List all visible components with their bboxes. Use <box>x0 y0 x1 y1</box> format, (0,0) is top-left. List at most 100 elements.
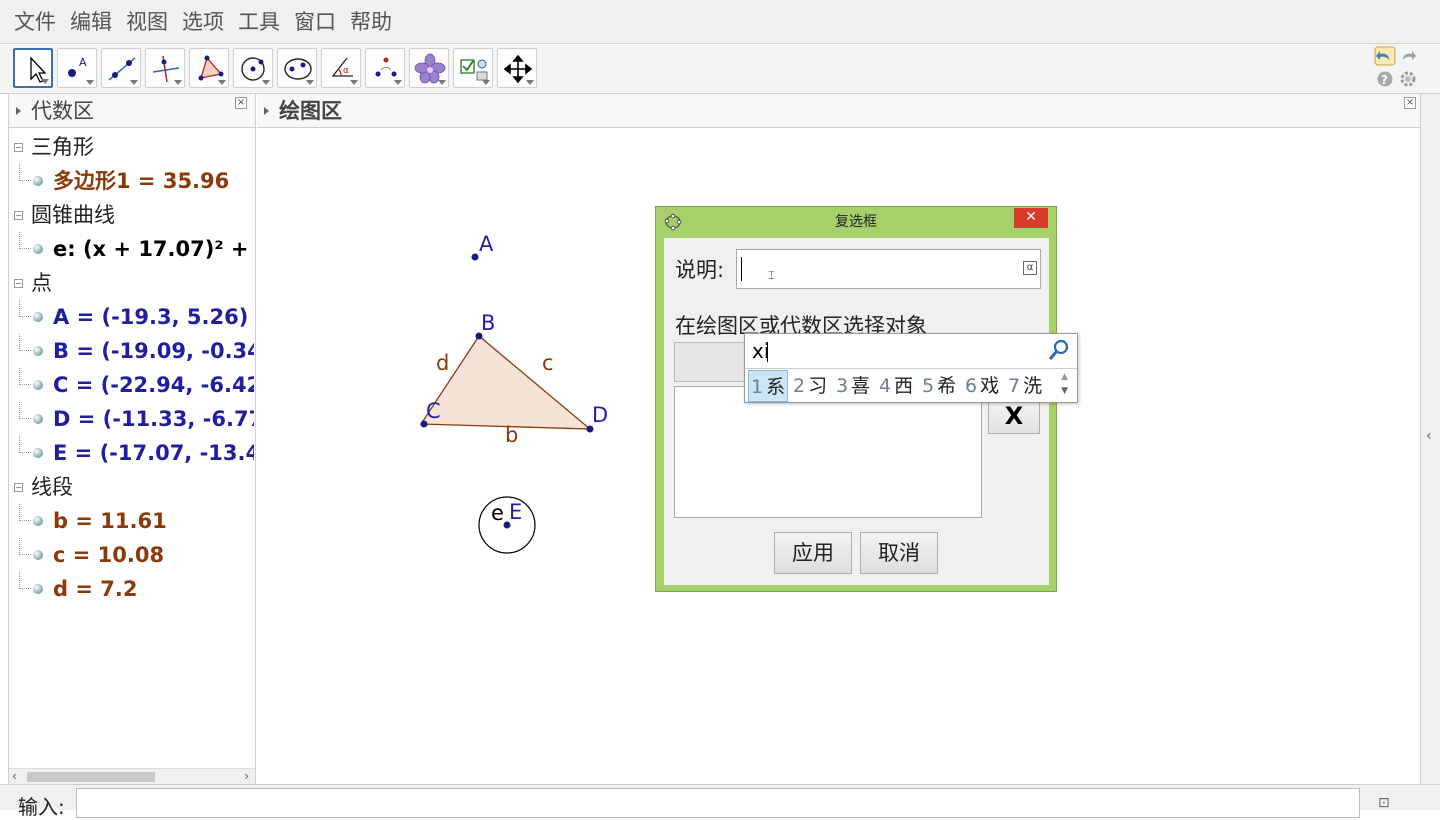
alpha-symbol-button[interactable]: α <box>1023 261 1037 275</box>
scroll-right-icon[interactable]: › <box>244 769 249 783</box>
dialog-title: 复选框 <box>835 214 877 230</box>
special-shape-tool[interactable] <box>409 48 449 88</box>
collapse-icon[interactable]: − <box>14 143 23 152</box>
apply-button[interactable]: 应用 <box>774 532 852 574</box>
visibility-toggle-icon[interactable] <box>33 516 43 526</box>
algebra-item-d[interactable]: d = 7.2 <box>9 572 254 606</box>
ime-page-up-icon[interactable]: ▲ <box>1061 372 1068 382</box>
point-tool[interactable]: A <box>57 48 97 88</box>
algebra-item-text: B = (-19.09, -0.34) <box>53 339 254 363</box>
gear-icon[interactable] <box>1399 70 1417 88</box>
algebra-item-polygon1[interactable]: 多边形1 = 35.96 <box>9 164 254 198</box>
algebra-item-text: 多边形1 = 35.96 <box>53 169 230 193</box>
algebra-item-B[interactable]: B = (-19.09, -0.34) <box>9 334 254 368</box>
ime-candidate-6[interactable]: 6戏 <box>963 370 1001 402</box>
menu-file[interactable]: 文件 <box>14 0 56 44</box>
visibility-toggle-icon[interactable] <box>33 346 43 356</box>
algebra-item-b[interactable]: b = 11.61 <box>9 504 254 538</box>
visibility-toggle-icon[interactable] <box>33 448 43 458</box>
checkbox-tool[interactable] <box>453 48 493 88</box>
ime-candidate-3[interactable]: 3喜 <box>834 370 872 402</box>
menu-window[interactable]: 窗口 <box>294 0 336 44</box>
menu-help[interactable]: 帮助 <box>350 0 392 44</box>
expand-panel-icon[interactable]: ‹ <box>1426 428 1432 444</box>
menu-edit[interactable]: 编辑 <box>70 0 112 44</box>
menu-tools[interactable]: 工具 <box>238 0 280 44</box>
algebra-item-text: A = (-19.3, 5.26) <box>53 305 249 329</box>
algebra-item-text: E = (-17.07, -13.48 <box>53 441 254 465</box>
scroll-left-icon[interactable]: ‹ <box>12 769 17 783</box>
algebra-item-D[interactable]: D = (-11.33, -6.77) <box>9 402 254 436</box>
category-point[interactable]: − 点 <box>9 266 254 300</box>
line-tool[interactable] <box>101 48 141 88</box>
input-field[interactable] <box>76 788 1360 818</box>
menu-options[interactable]: 选项 <box>182 0 224 44</box>
visibility-toggle-icon[interactable] <box>33 244 43 254</box>
algebra-item-c[interactable]: c = 10.08 <box>9 538 254 572</box>
move-tool[interactable] <box>13 48 53 88</box>
triangle-polygon[interactable] <box>419 335 592 430</box>
help-icon[interactable]: ? <box>1376 70 1394 88</box>
algebra-item-A[interactable]: A = (-19.3, 5.26) <box>9 300 254 334</box>
text-cursor <box>741 257 742 281</box>
dialog-close-button[interactable]: ✕ <box>1014 208 1048 228</box>
ime-candidate-5[interactable]: 5希 <box>920 370 958 402</box>
perpendicular-line-tool[interactable] <box>145 48 185 88</box>
horizontal-scrollbar[interactable]: ‹ › <box>9 768 255 784</box>
algebra-item-C[interactable]: C = (-22.94, -6.42) <box>9 368 254 402</box>
svg-text:A: A <box>79 56 87 69</box>
menu-view[interactable]: 视图 <box>126 0 168 44</box>
category-conic[interactable]: − 圆锥曲线 <box>9 198 254 232</box>
visibility-toggle-icon[interactable] <box>33 312 43 322</box>
close-icon[interactable]: × <box>235 97 247 109</box>
visibility-toggle-icon[interactable] <box>33 550 43 560</box>
search-icon[interactable] <box>1047 338 1071 362</box>
collapse-icon[interactable]: − <box>14 279 23 288</box>
category-label: 点 <box>31 271 52 295</box>
category-segment[interactable]: − 线段 <box>9 470 254 504</box>
ime-candidate-window: xi 1系 2习 3喜 4西 5希 6戏 7洗 ▲ ▼ <box>744 333 1078 403</box>
algebra-item-text: d = 7.2 <box>53 577 138 601</box>
undo-icon[interactable] <box>1374 46 1396 66</box>
algebra-view: 代数区 × − 三角形 多边形1 = 35.96 − 圆锥曲线 e: (x + 17… <box>8 94 256 784</box>
algebra-item-E[interactable]: E = (-17.07, -13.48 <box>9 436 254 470</box>
svg-text:α: α <box>343 66 349 76</box>
category-label: 三角形 <box>31 135 94 159</box>
polygon-tool[interactable] <box>189 48 229 88</box>
ime-candidate-4[interactable]: 4西 <box>877 370 915 402</box>
redo-icon[interactable] <box>1398 46 1420 66</box>
menu-bar: 文件 编辑 视图 选项 工具 窗口 帮助 <box>0 0 1440 44</box>
cancel-button[interactable]: 取消 <box>860 532 938 574</box>
ellipse-tool[interactable] <box>277 48 317 88</box>
reflect-tool[interactable] <box>365 48 405 88</box>
algebra-item-text: e: (x + 17.07)² + (y <box>53 237 254 261</box>
category-label: 圆锥曲线 <box>31 203 115 227</box>
collapse-icon[interactable]: − <box>14 211 23 220</box>
visibility-toggle-icon[interactable] <box>33 584 43 594</box>
circle-tool[interactable] <box>233 48 273 88</box>
scrollbar-thumb[interactable] <box>27 772 155 782</box>
collapse-icon[interactable]: − <box>14 483 23 492</box>
visibility-toggle-icon[interactable] <box>33 380 43 390</box>
selected-objects-list[interactable] <box>674 386 982 518</box>
visibility-toggle-icon[interactable] <box>33 176 43 186</box>
ime-candidate-2[interactable]: 2习 <box>791 370 829 402</box>
algebra-item-text: c = 10.08 <box>53 543 165 567</box>
ime-candidate-1[interactable]: 1系 <box>748 370 789 402</box>
ime-page-down-icon[interactable]: ▼ <box>1061 386 1068 396</box>
label-b: b <box>505 423 518 447</box>
svg-text:?: ? <box>1381 73 1388 87</box>
visibility-toggle-icon[interactable] <box>33 414 43 424</box>
label-E: E <box>509 500 522 524</box>
algebra-item-e[interactable]: e: (x + 17.07)² + (y <box>9 232 254 266</box>
algebra-item-text: C = (-22.94, -6.42) <box>53 373 254 397</box>
collapse-arrow-icon[interactable] <box>16 107 21 115</box>
angle-tool[interactable]: α <box>321 48 361 88</box>
category-triangle[interactable]: − 三角形 <box>9 130 254 164</box>
move-view-tool[interactable] <box>497 48 537 88</box>
point-A[interactable] <box>471 253 479 261</box>
input-help-icon[interactable]: ⊡ <box>1378 795 1390 811</box>
algebra-view-header[interactable]: 代数区 <box>9 94 255 128</box>
caption-input[interactable]: ⌶ α <box>736 249 1041 289</box>
ime-candidate-7[interactable]: 7洗 <box>1006 370 1044 402</box>
